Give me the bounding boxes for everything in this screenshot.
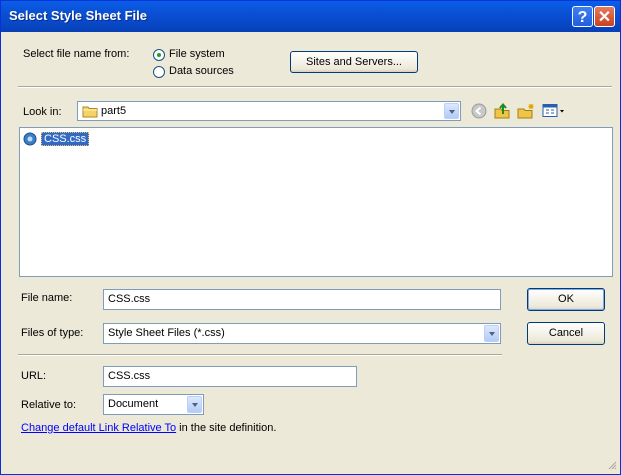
footer-text: Change default Link Relative To in the s… [21,422,276,434]
url-value: CSS.css [108,370,151,382]
help-button[interactable]: ? [572,6,593,27]
url-label: URL: [21,370,47,382]
relative-to-value: Document [108,398,159,410]
new-folder-icon[interactable] [517,102,535,120]
cancel-button[interactable]: Cancel [527,322,605,345]
select-source-label: Select file name from: [23,48,130,60]
dialog-window: Select Style Sheet File ? ✕ Select file … [0,0,621,475]
chevron-down-icon[interactable] [444,103,459,119]
dialog-content: Select file name from: File system Data … [1,32,620,474]
css-file-icon [23,132,39,149]
footer-suffix: in the site definition. [176,422,277,434]
sites-and-servers-button[interactable]: Sites and Servers... [290,51,418,73]
files-of-type-combo[interactable]: Style Sheet Files (*.css) [103,323,501,344]
chevron-down-icon[interactable] [484,325,499,342]
files-of-type-label: Files of type: [21,327,84,339]
relative-to-label: Relative to: [21,399,77,411]
ok-button[interactable]: OK [527,288,605,311]
look-in-combo[interactable]: part5 [77,101,461,121]
radio-file-system[interactable] [153,49,165,61]
up-folder-icon[interactable] [493,102,511,120]
radio-data-sources-label[interactable]: Data sources [169,65,234,77]
look-in-value: part5 [101,105,127,117]
back-icon[interactable] [471,103,489,121]
change-default-link[interactable]: Change default Link Relative To [21,422,176,434]
view-menu-icon[interactable] [542,103,566,121]
file-name-field[interactable]: CSS.css [103,289,501,310]
look-in-label: Look in: [23,106,62,118]
title-bar[interactable]: Select Style Sheet File ? ✕ [1,1,620,32]
file-name: CSS.css [41,132,90,146]
dialog-title: Select Style Sheet File [9,8,148,23]
separator-top [18,86,612,88]
file-name-value: CSS.css [108,293,151,305]
separator-bottom [18,354,502,356]
files-of-type-value: Style Sheet Files (*.css) [108,327,225,339]
folder-icon [82,104,98,121]
radio-data-sources[interactable] [153,66,165,78]
relative-to-combo[interactable]: Document [103,394,204,415]
file-list[interactable]: CSS.css [19,127,613,277]
file-name-label: File name: [21,292,73,304]
close-button[interactable]: ✕ [594,6,615,27]
chevron-down-icon[interactable] [187,396,202,413]
radio-file-system-label[interactable]: File system [169,48,225,60]
resize-grip-icon[interactable] [606,459,618,474]
url-field[interactable]: CSS.css [103,366,357,387]
